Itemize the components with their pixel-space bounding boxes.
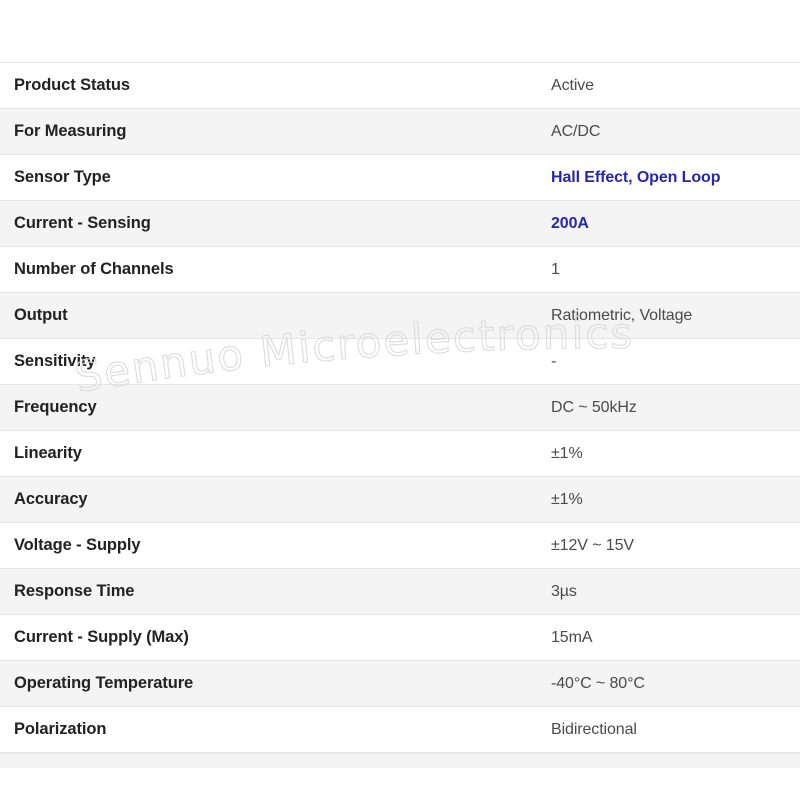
spec-label: Operating Temperature bbox=[0, 660, 551, 707]
spec-label: Number of Channels bbox=[0, 246, 551, 293]
spec-value: 3µs bbox=[551, 568, 800, 615]
table-row: Linearity ±1% bbox=[0, 430, 800, 477]
spec-value-highlighted[interactable]: Hall Effect, Open Loop bbox=[551, 154, 800, 201]
specifications-table-body: Product Status Active For Measuring AC/DC Se… bbox=[0, 62, 800, 753]
table-row: Polarization Bidirectional bbox=[0, 706, 800, 753]
spec-value: 1 bbox=[551, 246, 800, 293]
spec-label: Sensitivity bbox=[0, 338, 551, 385]
spec-label: Voltage - Supply bbox=[0, 522, 551, 569]
spec-value: DC ~ 50kHz bbox=[551, 384, 800, 431]
spec-value: Ratiometric, Voltage bbox=[551, 292, 800, 339]
spec-value: ±12V ~ 15V bbox=[551, 522, 800, 569]
table-bottom-partial-row bbox=[0, 753, 800, 768]
spec-label: Frequency bbox=[0, 384, 551, 431]
table-row: Response Time 3µs bbox=[0, 568, 800, 615]
table-row: Current - Supply (Max) 15mA bbox=[0, 614, 800, 661]
spec-label: Sensor Type bbox=[0, 154, 551, 201]
table-row: Product Status Active bbox=[0, 62, 800, 109]
table-row: Voltage - Supply ±12V ~ 15V bbox=[0, 522, 800, 569]
table-row: Sensor Type Hall Effect, Open Loop bbox=[0, 154, 800, 201]
spec-value: ±1% bbox=[551, 476, 800, 523]
table-row: Frequency DC ~ 50kHz bbox=[0, 384, 800, 431]
spec-value: - bbox=[551, 338, 800, 385]
spec-value-highlighted[interactable]: 200A bbox=[551, 200, 800, 247]
spec-label: Current - Supply (Max) bbox=[0, 614, 551, 661]
spec-label: For Measuring bbox=[0, 108, 551, 155]
spec-value: AC/DC bbox=[551, 108, 800, 155]
spec-value: Active bbox=[551, 62, 800, 109]
specification-page: Product Status Active For Measuring AC/DC Se… bbox=[0, 0, 800, 800]
table-row: Accuracy ±1% bbox=[0, 476, 800, 523]
table-row: Current - Sensing 200A bbox=[0, 200, 800, 247]
spec-label: Product Status bbox=[0, 62, 551, 109]
spec-label: Response Time bbox=[0, 568, 551, 615]
table-row: Sensitivity - bbox=[0, 338, 800, 385]
specifications-table: Product Status Active For Measuring AC/DC Se… bbox=[0, 62, 800, 753]
spec-value: ±1% bbox=[551, 430, 800, 477]
spec-value: 15mA bbox=[551, 614, 800, 661]
spec-label: Accuracy bbox=[0, 476, 551, 523]
table-row: Output Ratiometric, Voltage bbox=[0, 292, 800, 339]
spec-label: Current - Sensing bbox=[0, 200, 551, 247]
spec-label: Polarization bbox=[0, 706, 551, 753]
page-bottom-spacer bbox=[0, 768, 800, 799]
table-row: Operating Temperature -40°C ~ 80°C bbox=[0, 660, 800, 707]
spec-value: Bidirectional bbox=[551, 706, 800, 753]
spec-value: -40°C ~ 80°C bbox=[551, 660, 800, 707]
page-top-spacer bbox=[0, 0, 800, 62]
table-row: Number of Channels 1 bbox=[0, 246, 800, 293]
spec-label: Linearity bbox=[0, 430, 551, 477]
table-row: For Measuring AC/DC bbox=[0, 108, 800, 155]
spec-label: Output bbox=[0, 292, 551, 339]
